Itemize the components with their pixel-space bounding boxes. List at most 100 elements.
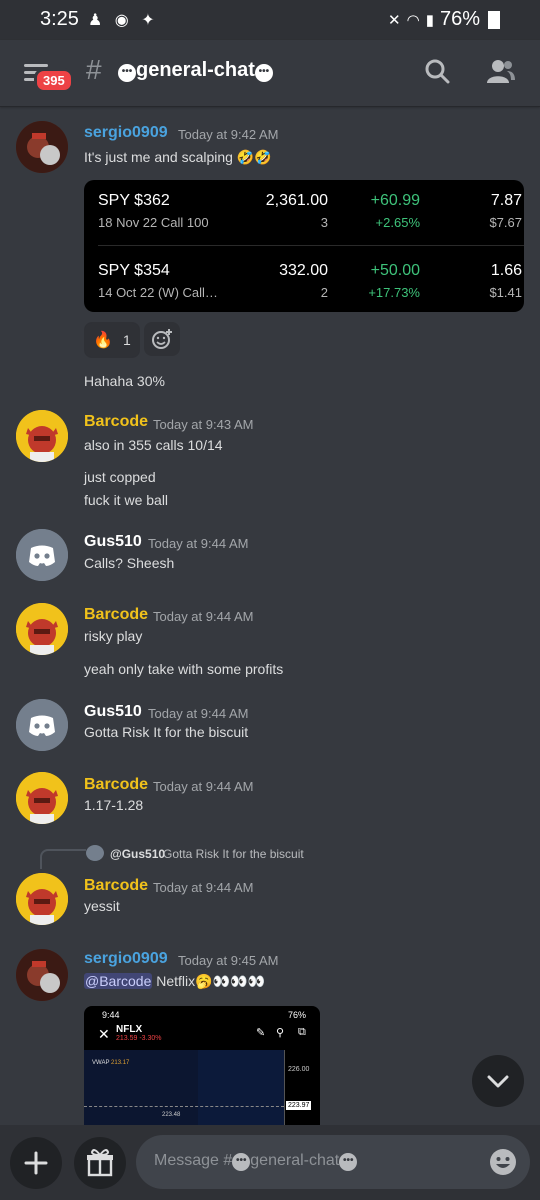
price-tag: 223.97 xyxy=(286,1101,312,1110)
smiley-icon xyxy=(490,1149,516,1175)
signal-icon: ▮ xyxy=(425,11,434,29)
timestamp: Today at 9:44 AM xyxy=(148,536,249,551)
trade-price: 7.87 xyxy=(490,192,522,209)
vwap-label: VWAP 213.17 xyxy=(92,1060,130,1066)
close-icon: ✕ xyxy=(98,1026,110,1042)
chart-axis xyxy=(284,1050,285,1125)
trade-contract: 14 Oct 22 (W) Call… xyxy=(98,285,218,300)
message-text: Calls? Sheesh xyxy=(84,555,175,571)
author-name[interactable]: Barcode xyxy=(84,877,148,895)
status-right: ✕ ◠ ▮ 76% xyxy=(388,8,500,31)
notification-icons: ♟ ◉ ✦ xyxy=(88,12,159,29)
pen-icon: ✎ xyxy=(256,1027,266,1039)
emoji-group: 🥱👀👀👀 xyxy=(195,973,265,989)
add-reaction-button[interactable] xyxy=(144,322,180,356)
battery-icon xyxy=(488,10,500,29)
price-line xyxy=(84,1106,284,1107)
channel-title[interactable]: ••• general-chat ••• xyxy=(118,59,273,82)
members-icon xyxy=(487,60,515,83)
author-name[interactable]: sergio0909 xyxy=(84,124,168,142)
price-label: 226.00 xyxy=(288,1066,310,1073)
trade-change-pct: +17.73% xyxy=(368,285,420,300)
input-placeholder: Message # ••• general-chat ••• xyxy=(154,1152,358,1171)
trade-qty: 2 xyxy=(320,285,328,300)
reply-avatar xyxy=(86,845,104,861)
reply-preview[interactable]: Gotta Risk It for the biscuit xyxy=(163,847,304,861)
avatar-barcode[interactable] xyxy=(16,603,68,655)
author-name[interactable]: Gus510 xyxy=(84,703,142,721)
add-reaction-icon xyxy=(152,329,172,349)
embed-symbol: NFLX xyxy=(116,1024,143,1035)
trade-contract: 18 Nov 22 Call 100 xyxy=(98,215,209,230)
chevron-down-icon xyxy=(487,1075,509,1088)
avatar-barcode[interactable] xyxy=(16,873,68,925)
jump-to-bottom-button[interactable] xyxy=(472,1055,524,1107)
search-button[interactable] xyxy=(424,58,450,89)
trade-change: +60.99 xyxy=(370,192,420,209)
message-text: fuck it we ball xyxy=(84,492,169,508)
message-text: Gotta Risk It for the biscuit xyxy=(84,724,249,740)
avatar-sergio0909[interactable] xyxy=(16,121,68,173)
message-feed[interactable]: sergio0909 Today at 9:42 AM It's just me… xyxy=(0,107,540,1125)
members-button[interactable] xyxy=(486,58,516,89)
message-text: @Barcode Netflix🥱👀👀👀 xyxy=(84,973,265,989)
chat-bubble-emoji: ••• xyxy=(254,64,273,82)
message-text: also in 355 calls 10/14 xyxy=(84,437,223,453)
mute-icon: ✕ xyxy=(388,11,401,29)
timestamp: Today at 9:45 AM xyxy=(178,953,279,968)
status-bar: 3:25 ♟ ◉ ✦ ✕ ◠ ▮ 76% xyxy=(0,0,540,40)
timestamp: Today at 9:44 AM xyxy=(153,609,254,624)
timestamp: Today at 9:43 AM xyxy=(153,417,254,432)
plus-icon xyxy=(24,1151,48,1175)
add-attachment-button[interactable] xyxy=(10,1137,62,1189)
rofl-emoji: 🤣🤣 xyxy=(236,149,272,165)
timestamp: Today at 9:44 AM xyxy=(148,706,249,721)
chat-bubble-emoji: ••• xyxy=(118,64,136,82)
discord-icon xyxy=(16,529,68,581)
message-text: Hahaha 30% xyxy=(84,373,165,389)
wifi-icon: ◠ xyxy=(406,11,420,29)
reply-connector xyxy=(40,849,86,869)
message-input[interactable]: Message # ••• general-chat ••• xyxy=(136,1135,530,1189)
trade-qty: 3 xyxy=(320,215,328,230)
message-text: 1.17-1.28 xyxy=(84,797,144,813)
avatar-gus510[interactable] xyxy=(16,529,68,581)
author-name[interactable]: Gus510 xyxy=(84,533,142,551)
trade-card[interactable]: SPY $362 18 Nov 22 Call 100 2,361.00 3 +… xyxy=(84,180,524,312)
reply-author[interactable]: @Gus510 xyxy=(110,847,165,861)
author-name[interactable]: Barcode xyxy=(84,413,148,431)
avatar-gus510[interactable] xyxy=(16,699,68,751)
search-icon xyxy=(425,59,450,84)
divider xyxy=(98,245,524,246)
author-name[interactable]: sergio0909 xyxy=(84,950,168,968)
gift-icon xyxy=(87,1149,113,1177)
trade-price: 1.66 xyxy=(490,262,522,279)
price-marker: 223.48 xyxy=(162,1112,181,1118)
author-name[interactable]: Barcode xyxy=(84,776,148,794)
embed-quote: 213.59 -3.30% xyxy=(116,1035,162,1042)
trade-ticker: SPY $362 xyxy=(98,192,170,209)
embed-status-time: 9:44 xyxy=(102,1010,120,1020)
reaction-count: 1 xyxy=(123,332,131,348)
embed-status-battery: 76% xyxy=(287,1010,306,1020)
trade-value: 2,361.00 xyxy=(265,192,328,209)
trade-ticker: SPY $354 xyxy=(98,262,170,279)
share-icon: ⧉ xyxy=(298,1026,306,1038)
hash-icon: # xyxy=(86,54,102,85)
trade-avg: $7.67 xyxy=(489,215,522,230)
fire-emoji: 🔥 xyxy=(93,332,113,349)
image-attachment[interactable]: 9:44 76% ✕ NFLX 213.59 -3.30% ✎ ⚲ ⧉ VWAP… xyxy=(84,1006,320,1125)
avatar-barcode[interactable] xyxy=(16,772,68,824)
trade-avg: $1.41 xyxy=(489,285,522,300)
timestamp: Today at 9:42 AM xyxy=(178,127,279,142)
channel-name: general-chat xyxy=(136,59,255,81)
composer-bar: Message # ••• general-chat ••• xyxy=(0,1125,540,1200)
emoji-picker-button[interactable] xyxy=(488,1147,518,1182)
reaction-fire[interactable]: 🔥 1 xyxy=(84,322,140,358)
user-mention[interactable]: @Barcode xyxy=(84,973,153,989)
author-name[interactable]: Barcode xyxy=(84,606,148,624)
message-text: yeah only take with some profits xyxy=(84,661,284,677)
avatar-sergio0909[interactable] xyxy=(16,949,68,1001)
gift-button[interactable] xyxy=(74,1137,126,1189)
avatar-barcode[interactable] xyxy=(16,410,68,462)
